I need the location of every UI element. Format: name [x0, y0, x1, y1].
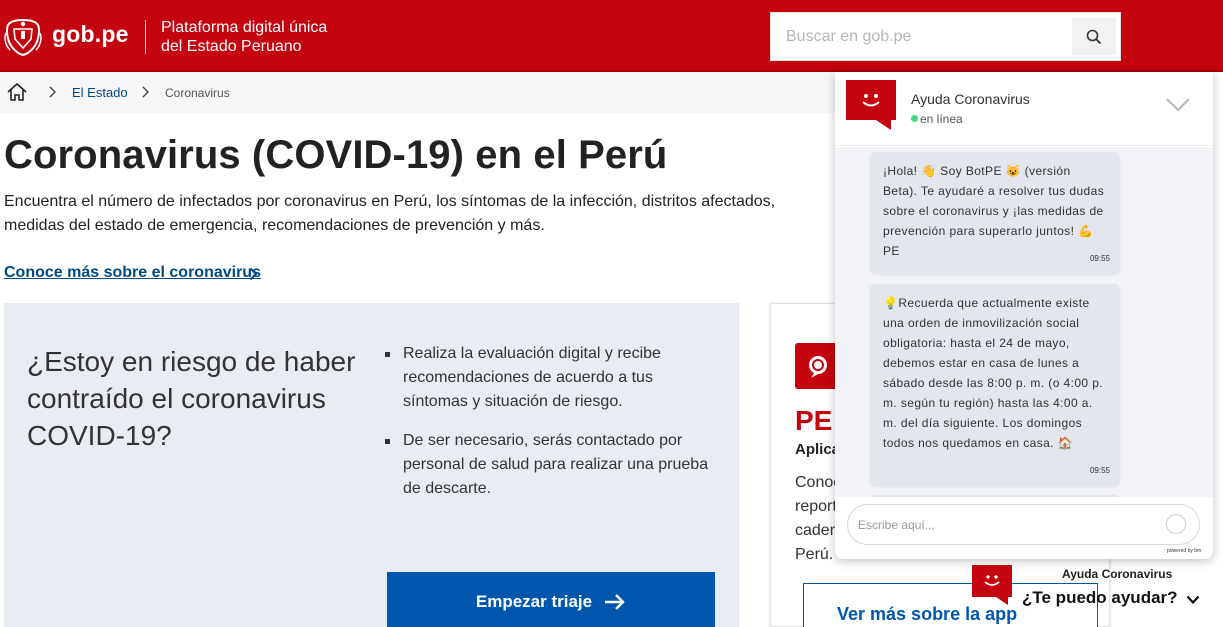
page-intro: Encuentra el número de infectados por co… [4, 193, 776, 234]
app-desc-line: report [795, 498, 837, 515]
more-about-coronavirus-link[interactable]: Conoce más sobre el coronavirus [4, 264, 261, 282]
chevron-down-icon[interactable] [1165, 97, 1191, 113]
chevron-right-icon [142, 86, 149, 98]
start-triage-label: Empezar triaje [475, 592, 593, 611]
logo-separator [145, 20, 146, 54]
chat-title: Ayuda Coronavirus [911, 91, 1030, 107]
risk-bullet: Realiza la evaluación digital y recibe r… [385, 342, 715, 414]
risk-card-title: ¿Estoy en riesgo de haber contraído el c… [27, 346, 356, 451]
chat-status: en línea [920, 112, 963, 126]
search-icon [1086, 29, 1102, 44]
chat-widget: Ayuda Coronavirus en línea ¡Hola! 👋 Soy … [835, 72, 1213, 559]
chat-message-time: 09:55 [1089, 466, 1110, 475]
chevron-right-icon [249, 267, 258, 281]
chat-message [870, 495, 1120, 497]
emoji-icon[interactable] [1166, 514, 1186, 534]
peru-shield-icon[interactable] [4, 17, 42, 57]
chat-launcher[interactable]: Ayuda Coronavirus ¿Te puedo ayudar? [967, 560, 1215, 627]
chat-message-text: ¡Hola! 👋 Soy BotPE 😺 (versión Beta). Te … [883, 164, 1105, 258]
platform-line-1: Plataforma digital única [161, 19, 328, 36]
app-logo-glyph-icon [809, 356, 827, 378]
platform-title: Plataforma digital única del Estado Peru… [161, 18, 327, 56]
chat-message-text: 💡Recuerda que actualmente existe una ord… [883, 296, 1104, 450]
chat-input[interactable] [858, 505, 1158, 544]
app-name: PE [795, 405, 833, 436]
chat-input-box [847, 504, 1200, 545]
app-desc-line: Perú. [795, 546, 834, 563]
chat-header[interactable]: Ayuda Coronavirus en línea [835, 72, 1213, 146]
search-box [770, 12, 1121, 61]
start-triage-button[interactable]: Empezar triaje [387, 572, 715, 627]
online-status-dot [911, 115, 918, 122]
home-icon[interactable] [6, 82, 28, 102]
chat-message: ¡Hola! 👋 Soy BotPE 😺 (versión Beta). Te … [870, 152, 1120, 274]
chat-messages: ¡Hola! 👋 Soy BotPE 😺 (versión Beta). Te … [835, 147, 1213, 497]
app-desc-line: caden [795, 522, 839, 539]
launcher-question: ¿Te puedo ayudar? [1022, 588, 1178, 607]
launcher-title: Ayuda Coronavirus [1062, 567, 1173, 581]
risk-list: Realiza la evaluación digital y recibe r… [385, 342, 715, 516]
platform-line-2: del Estado Peruano [161, 38, 302, 55]
search-input[interactable] [771, 13, 1071, 60]
breadcrumb-link-el-estado[interactable]: El Estado [72, 85, 128, 100]
bot-avatar-icon [846, 80, 896, 130]
bot-avatar-icon [972, 565, 1012, 605]
powered-by: powered by bm [1167, 548, 1202, 554]
search-button[interactable] [1072, 18, 1116, 55]
app-desc-line: Conoc [795, 474, 840, 491]
chat-message-time: 09:55 [1089, 254, 1110, 263]
app-description: Conoc report caden Perú. [795, 471, 840, 567]
breadcrumb-current: Coronavirus [165, 86, 230, 100]
risk-bullet: De ser necesario, serás contactado por p… [385, 429, 715, 501]
page-title: Coronavirus (COVID-19) en el Perú [4, 133, 668, 177]
arrow-right-icon [605, 594, 625, 610]
app-subtitle: Aplica [795, 441, 841, 458]
chevron-down-icon[interactable] [1186, 595, 1200, 605]
logo-text[interactable]: gob.pe [52, 21, 129, 48]
chat-message: 💡Recuerda que actualmente existe una ord… [870, 284, 1120, 486]
chevron-right-icon [49, 86, 56, 98]
